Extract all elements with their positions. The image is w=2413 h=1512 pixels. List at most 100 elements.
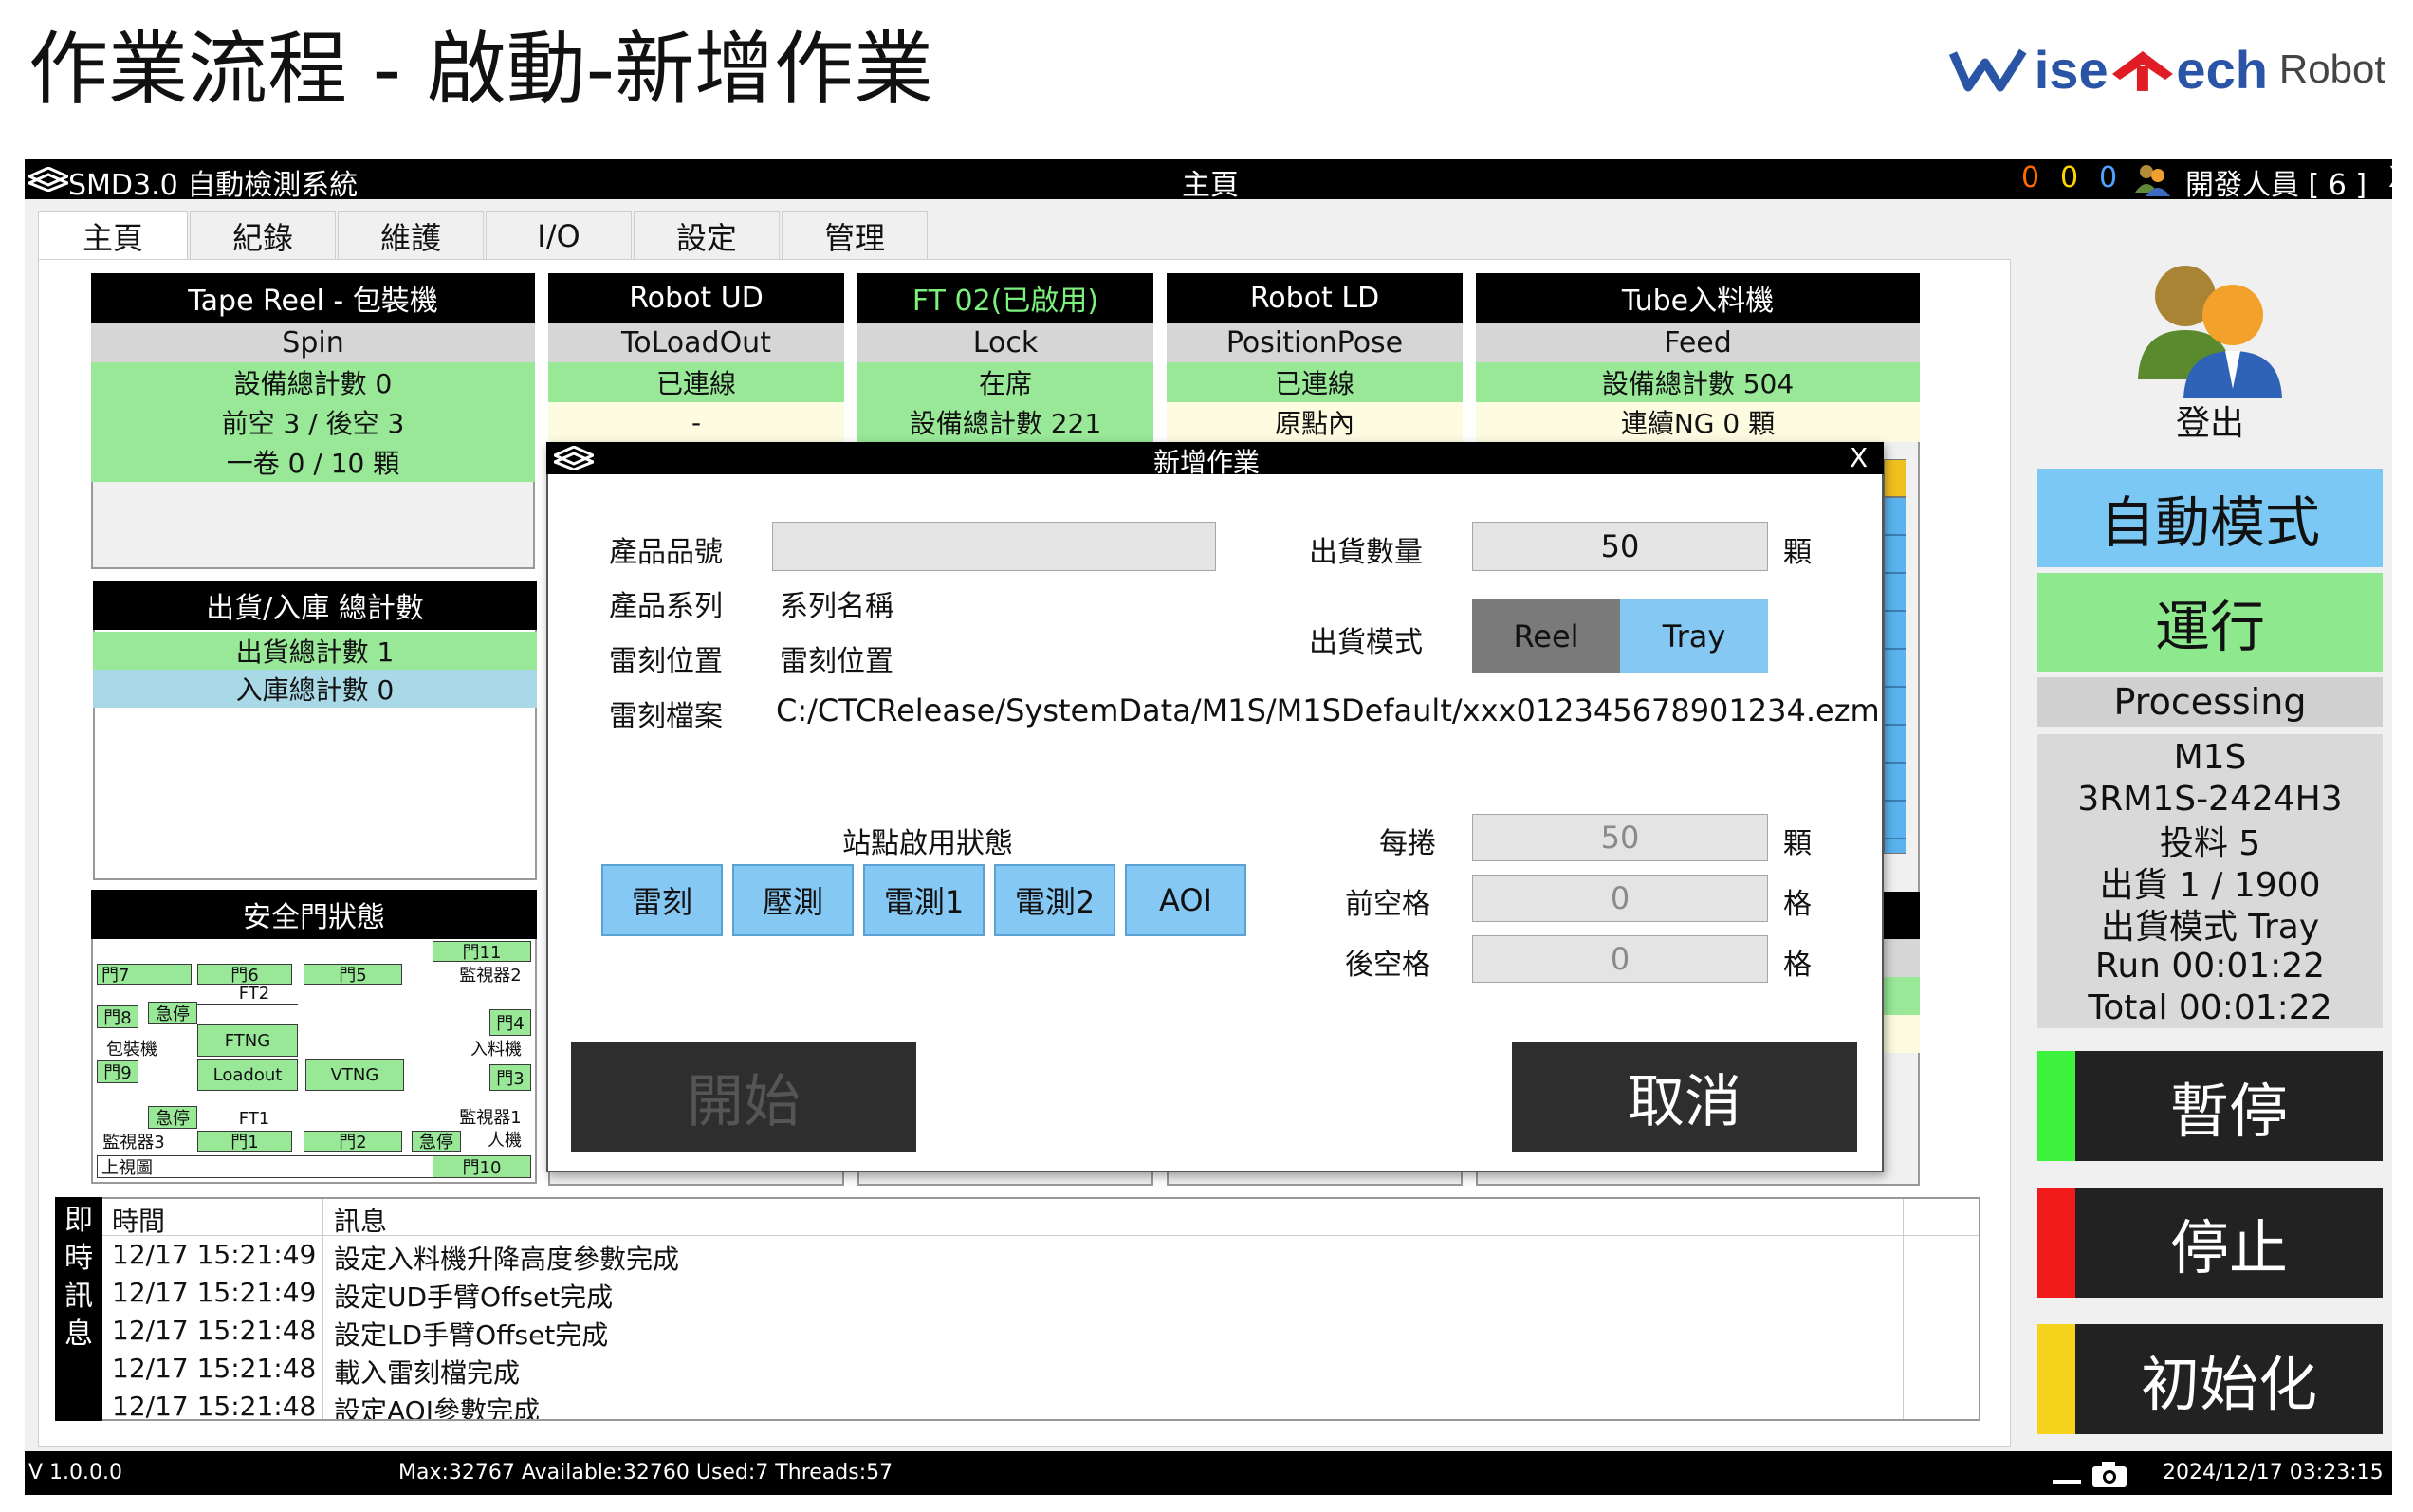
- log-row-msg: 設定UD手臂Offset完成: [334, 1282, 614, 1313]
- logo-suffix: Robot: [2278, 46, 2385, 91]
- logo-text-1: ise: [2034, 39, 2109, 100]
- counter-orange: 0: [2021, 161, 2040, 194]
- loadout-box: Loadout: [197, 1059, 298, 1091]
- dialog-title: 新增作業: [1153, 447, 1261, 478]
- logo-text-2: ech: [2176, 39, 2268, 100]
- station-info-row: 設備總計數 504: [1476, 362, 1920, 402]
- estop-3: 急停: [412, 1131, 461, 1152]
- log-row-time: 12/17 15:21:48: [112, 1391, 317, 1419]
- monitor-1: 監視器1: [459, 1108, 522, 1128]
- mode-reel-button[interactable]: Reel: [1472, 599, 1620, 673]
- stop-label: 停止: [2169, 1213, 2288, 1282]
- mode-tray-button[interactable]: Tray: [1620, 599, 1768, 673]
- logo-t-icon: [2111, 51, 2173, 91]
- logout-users-icon[interactable]: [2130, 256, 2292, 398]
- processing-status: Processing: [2037, 677, 2383, 727]
- app-titlebar: SMD3.0 自動檢測系統 主頁 0 0 0 開發人員 [ 6 ] X: [25, 159, 2408, 202]
- job-info-box: M1S 3RM1S-2424H3 投料 5 出貨 1 / 1900 出貨模式 T…: [2037, 734, 2383, 1028]
- totals-header: 出貨/入庫 總計數: [93, 581, 537, 630]
- company-logo: ise ech Robot: [1949, 36, 2385, 102]
- laser-file-path[interactable]: C:/CTCRelease/SystemData/M1S/M1SDefault/…: [776, 692, 1880, 728]
- pause-indicator: [2037, 1051, 2075, 1161]
- job-info-line: Total 00:01:22: [2088, 987, 2332, 1027]
- camera-icon[interactable]: [2091, 1459, 2128, 1489]
- front-empty-input[interactable]: 0: [1472, 875, 1768, 922]
- door-6: 門6: [197, 964, 292, 986]
- qty-label: 出貨數量: [1309, 536, 1423, 569]
- series-label: 產品系列: [609, 590, 723, 623]
- minimize-icon[interactable]: [2053, 1480, 2081, 1484]
- door-2: 門2: [304, 1131, 402, 1152]
- auto-mode-button[interactable]: 自動模式: [2037, 469, 2383, 567]
- log-side-label: 即 時 訊 息: [55, 1197, 102, 1421]
- counter-blue: 0: [2099, 161, 2118, 194]
- pause-button[interactable]: 暫停: [2037, 1051, 2383, 1161]
- safety-map: 門11 門7 門6 門5 監視器2 FT2 門8 急停 門4 包裝機 FTNG …: [93, 939, 535, 1182]
- qty-input[interactable]: 50: [1472, 522, 1768, 571]
- panel-fragment: [1884, 977, 1920, 1015]
- front-empty-unit: 格: [1783, 888, 1812, 921]
- laser-file-label: 雷刻檔案: [609, 700, 723, 733]
- product-no-input[interactable]: [772, 522, 1216, 571]
- product-no-label: 產品品號: [609, 536, 723, 569]
- cancel-button[interactable]: 取消: [1512, 1042, 1857, 1152]
- ship-mode-label: 出貨模式: [1309, 626, 1423, 659]
- datetime-label: 2024/12/17 03:23:15: [2163, 1461, 2384, 1484]
- tube-slot-indicator: [1884, 497, 1906, 854]
- init-button[interactable]: 初始化: [2037, 1324, 2383, 1434]
- stop-button[interactable]: 停止: [2037, 1188, 2383, 1298]
- station-state: Lock: [857, 323, 1153, 362]
- close-app-button[interactable]: X: [2388, 161, 2408, 194]
- per-reel-label: 每捲: [1379, 827, 1436, 860]
- logout-label[interactable]: 登出: [2163, 396, 2257, 444]
- tab-io[interactable]: I/O: [486, 211, 632, 260]
- station-press-button[interactable]: 壓測: [732, 864, 854, 936]
- back-empty-label: 後空格: [1345, 949, 1430, 982]
- app-logo-icon: [28, 167, 68, 192]
- station-aoi-button[interactable]: AOI: [1125, 864, 1246, 936]
- safety-header: 安全門狀態: [91, 890, 537, 939]
- ft2-label: FT2: [238, 983, 270, 1004]
- pause-label: 暫停: [2169, 1077, 2288, 1146]
- per-reel-input[interactable]: 50: [1472, 814, 1768, 861]
- monitor-2: 監視器2: [459, 966, 522, 986]
- hmi-label: 人機: [488, 1131, 522, 1151]
- start-button[interactable]: 開始: [571, 1042, 916, 1152]
- tab-maintenance[interactable]: 維護: [338, 211, 484, 260]
- door-10: 門10: [433, 1155, 531, 1178]
- out-total: 出貨總計數 1: [93, 632, 537, 670]
- job-info-line: M1S: [2173, 737, 2247, 777]
- station-state: Spin: [91, 323, 535, 362]
- station-info-row: 一卷 0 / 10 顆: [91, 442, 535, 482]
- job-info-line: 出貨 1 / 1900: [2099, 866, 2321, 903]
- station-etest1-button[interactable]: 電測1: [863, 864, 985, 936]
- front-empty-label: 前空格: [1345, 888, 1430, 921]
- run-status-button[interactable]: 運行: [2037, 573, 2383, 672]
- current-user[interactable]: 開發人員 [ 6 ]: [2185, 161, 2367, 203]
- station-info-row: 在席: [857, 362, 1153, 402]
- door-3: 門3: [489, 1064, 531, 1091]
- job-info-line: 3RM1S-2424H3: [2077, 779, 2343, 819]
- tab-management[interactable]: 管理: [782, 211, 928, 260]
- job-info-line: 投料 5: [2159, 824, 2261, 861]
- estop-2: 急停: [148, 1106, 197, 1129]
- feeder-label: 入料機: [470, 1040, 522, 1060]
- station-etest2-button[interactable]: 電測2: [994, 864, 1115, 936]
- station-status-label: 站點啟用狀態: [842, 827, 1013, 860]
- status-bar: V 1.0.0.0 Max:32767 Available:32760 Used…: [25, 1451, 2392, 1495]
- app-title: SMD3.0 自動檢測系統: [68, 169, 359, 202]
- dialog-close-button[interactable]: X: [1850, 442, 1868, 473]
- door-1: 門1: [197, 1131, 292, 1152]
- back-empty-input[interactable]: 0: [1472, 935, 1768, 983]
- station-laser-button[interactable]: 雷刻: [601, 864, 723, 936]
- door-5: 門5: [304, 964, 402, 986]
- door-7: 門7: [97, 964, 192, 986]
- tab-settings[interactable]: 設定: [634, 211, 780, 260]
- packer-label: 包裝機: [106, 1040, 157, 1060]
- station-header: Tape Reel - 包裝機: [91, 273, 535, 323]
- tab-home[interactable]: 主頁: [38, 211, 188, 260]
- station-info-row: 連續NG 0 顆: [1476, 402, 1920, 442]
- tab-records[interactable]: 紀錄: [190, 211, 336, 260]
- station-state: Feed: [1476, 323, 1920, 362]
- log-row-time: 12/17 15:21:49: [112, 1277, 317, 1308]
